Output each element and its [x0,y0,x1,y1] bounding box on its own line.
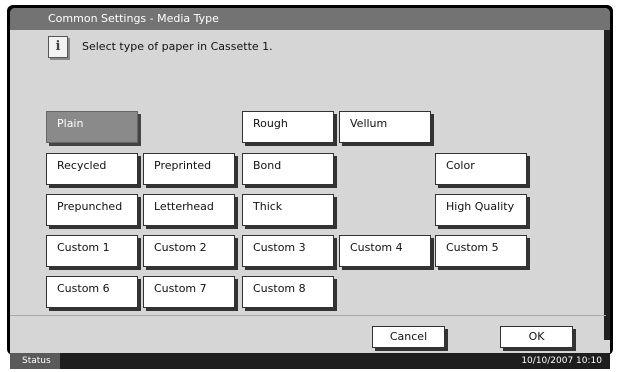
media-preprinted-button[interactable]: Preprinted [143,153,235,185]
media-custom7-button[interactable]: Custom 7 [143,276,235,308]
media-custom5-button[interactable]: Custom 5 [435,235,527,267]
media-custom2-button[interactable]: Custom 2 [143,235,235,267]
media-letterhead-button[interactable]: Letterhead [143,194,235,226]
message-area [10,30,606,90]
media-type-window: Common Settings - Media Type i Select ty… [10,8,610,353]
media-bond-button[interactable]: Bond [242,153,334,185]
panel-edge [604,30,610,340]
footer-divider [10,315,606,316]
media-custom4-button[interactable]: Custom 4 [339,235,431,267]
window-title: Common Settings - Media Type [10,8,610,30]
media-recycled-button[interactable]: Recycled [46,153,138,185]
media-prepunched-button[interactable]: Prepunched [46,194,138,226]
ok-button[interactable]: OK [500,326,573,348]
media-vellum-button[interactable]: Vellum [339,111,431,143]
media-custom6-button[interactable]: Custom 6 [46,276,138,308]
datetime-display: 10/10/2007 10:10 [521,356,602,366]
media-high-quality-button[interactable]: High Quality [435,194,527,226]
media-thick-button[interactable]: Thick [242,194,334,226]
status-bar: Status 10/10/2007 10:10 [10,353,610,369]
media-plain-button[interactable]: Plain [46,111,138,143]
media-custom1-button[interactable]: Custom 1 [46,235,138,267]
instruction-message: Select type of paper in Cassette 1. [82,40,273,53]
media-custom8-button[interactable]: Custom 8 [242,276,334,308]
status-button[interactable]: Status [10,353,60,369]
cancel-button[interactable]: Cancel [372,326,445,348]
info-icon: i [48,36,68,58]
media-custom3-button[interactable]: Custom 3 [242,235,334,267]
media-color-button[interactable]: Color [435,153,527,185]
media-rough-button[interactable]: Rough [242,111,334,143]
